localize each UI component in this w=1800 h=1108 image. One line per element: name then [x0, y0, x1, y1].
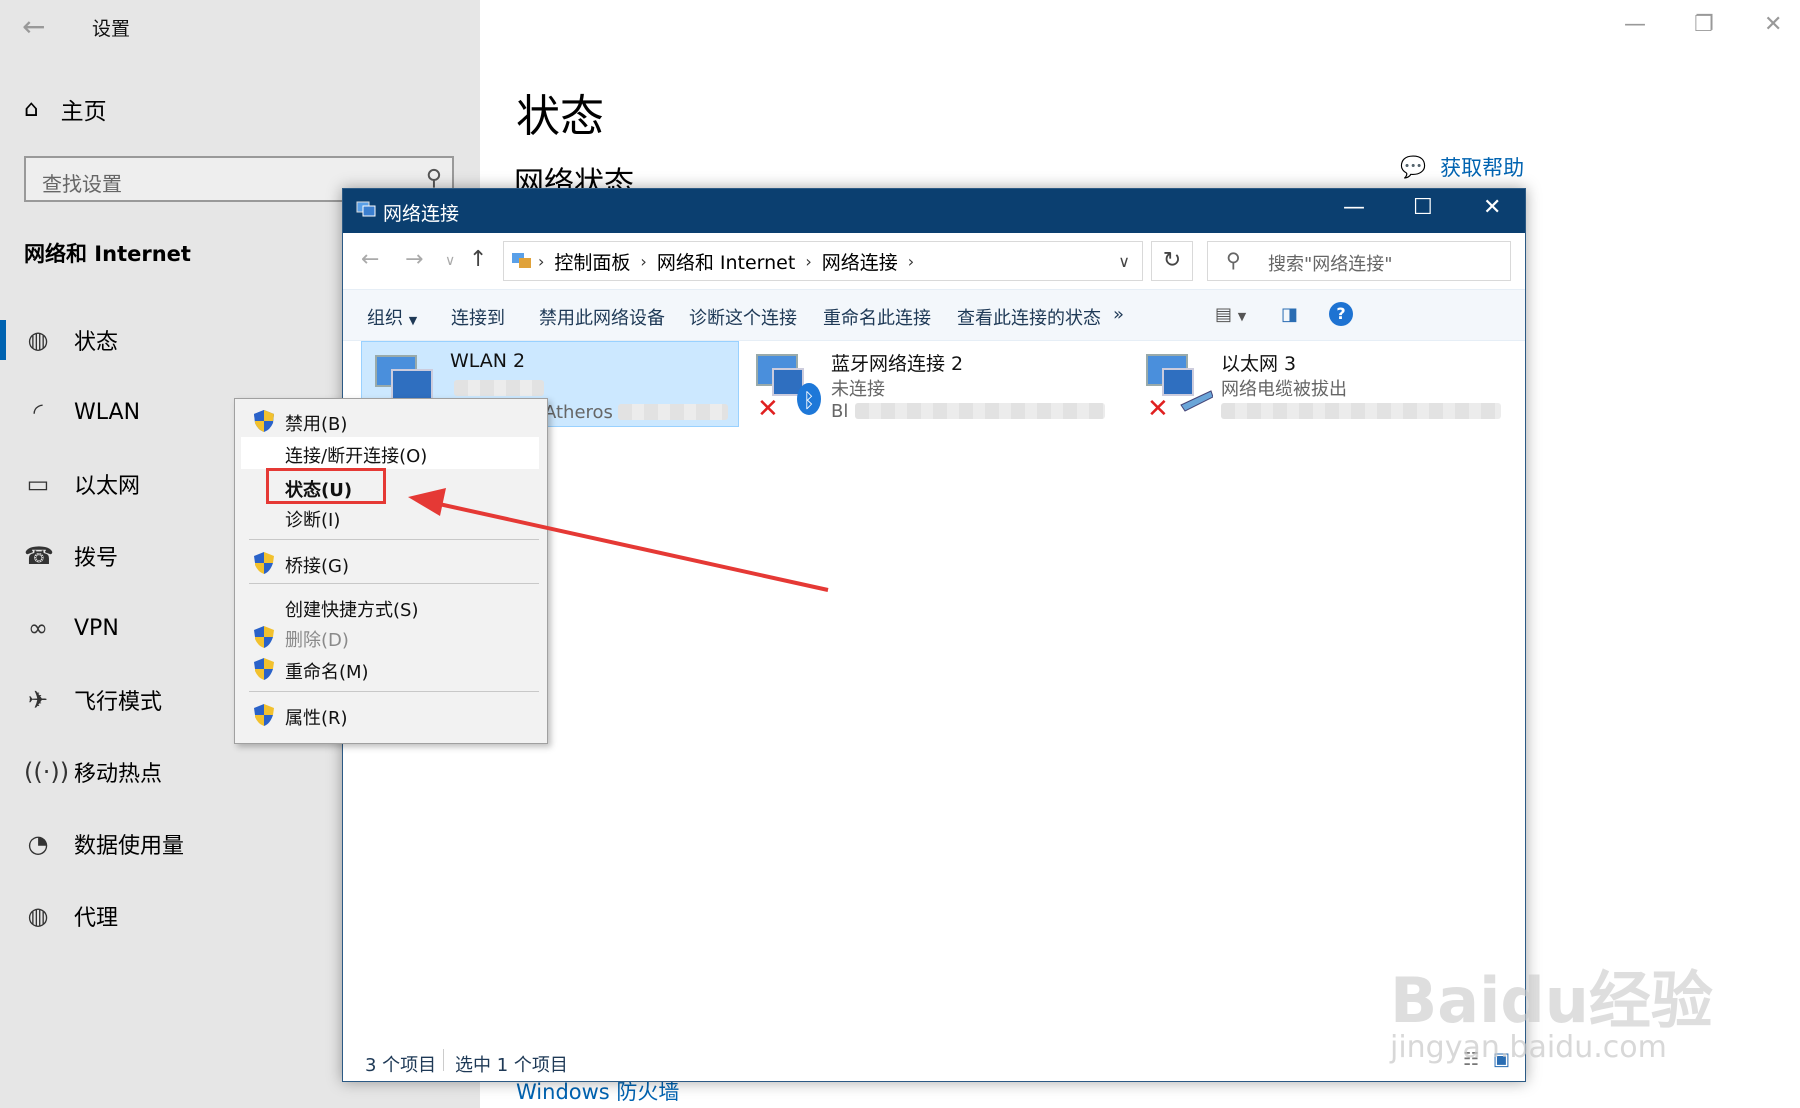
watermark-logo: Baidu经验 — [1390, 964, 1713, 1037]
watermark-url: jingyan.baidu.com — [1390, 1030, 1667, 1065]
annotation-arrow — [408, 488, 829, 592]
